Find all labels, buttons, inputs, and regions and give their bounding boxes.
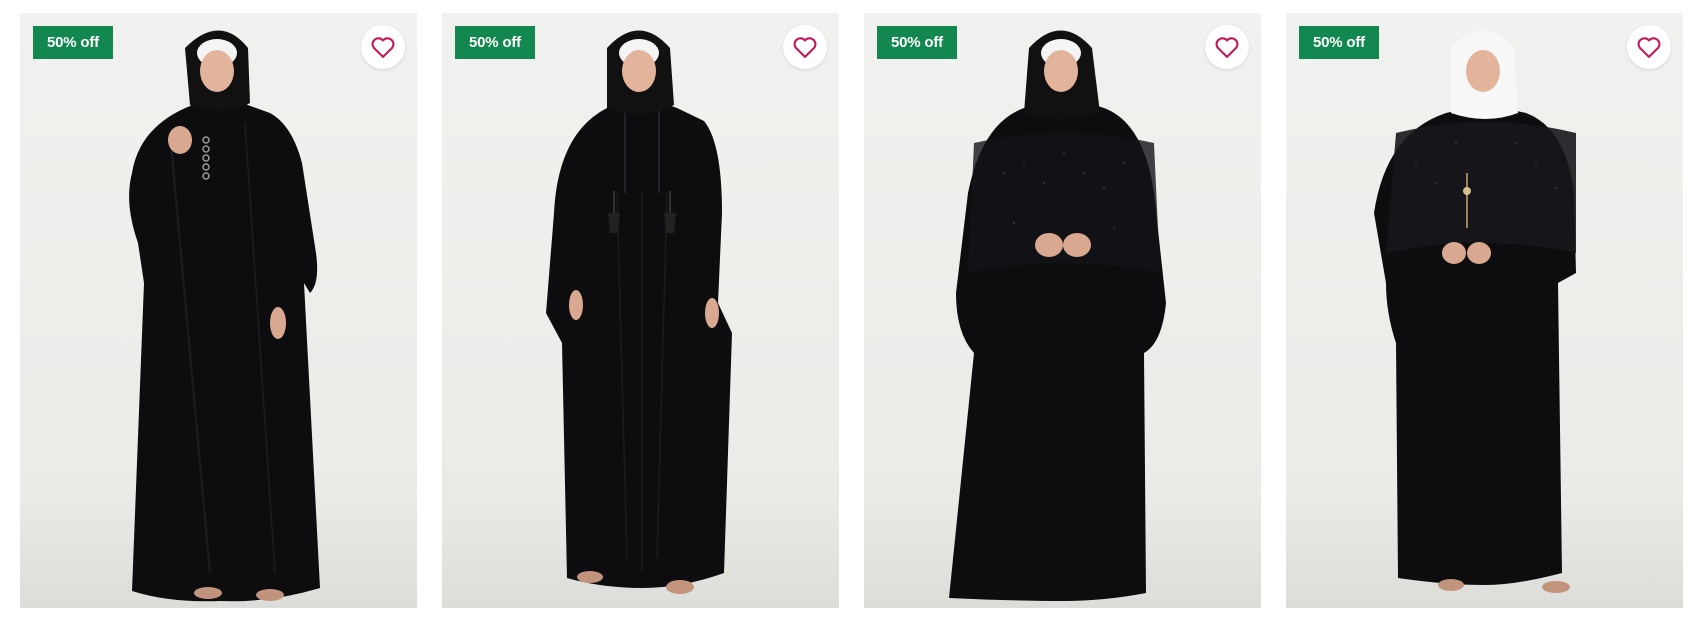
- product-card[interactable]: 50% off: [20, 13, 417, 608]
- heart-outline-icon: [1637, 37, 1661, 58]
- floor-shadow: [1286, 498, 1683, 608]
- heart-outline-icon: [1215, 37, 1239, 58]
- floor-shadow: [864, 498, 1261, 608]
- floor-shadow: [20, 498, 417, 608]
- floor-shadow: [442, 498, 839, 608]
- wishlist-button[interactable]: [1205, 25, 1249, 69]
- product-card[interactable]: 50% off: [1286, 13, 1683, 608]
- wishlist-button[interactable]: [783, 25, 827, 69]
- discount-badge: 50% off: [455, 26, 535, 59]
- discount-badge: 50% off: [1299, 26, 1379, 59]
- discount-badge: 50% off: [33, 26, 113, 59]
- product-grid: 50% off 50% off 50% off 50% off: [0, 0, 1693, 617]
- heart-outline-icon: [371, 37, 395, 58]
- heart-outline-icon: [793, 37, 817, 58]
- product-card[interactable]: 50% off: [864, 13, 1261, 608]
- wishlist-button[interactable]: [1627, 25, 1671, 69]
- wishlist-button[interactable]: [361, 25, 405, 69]
- product-card[interactable]: 50% off: [442, 13, 839, 608]
- discount-badge: 50% off: [877, 26, 957, 59]
